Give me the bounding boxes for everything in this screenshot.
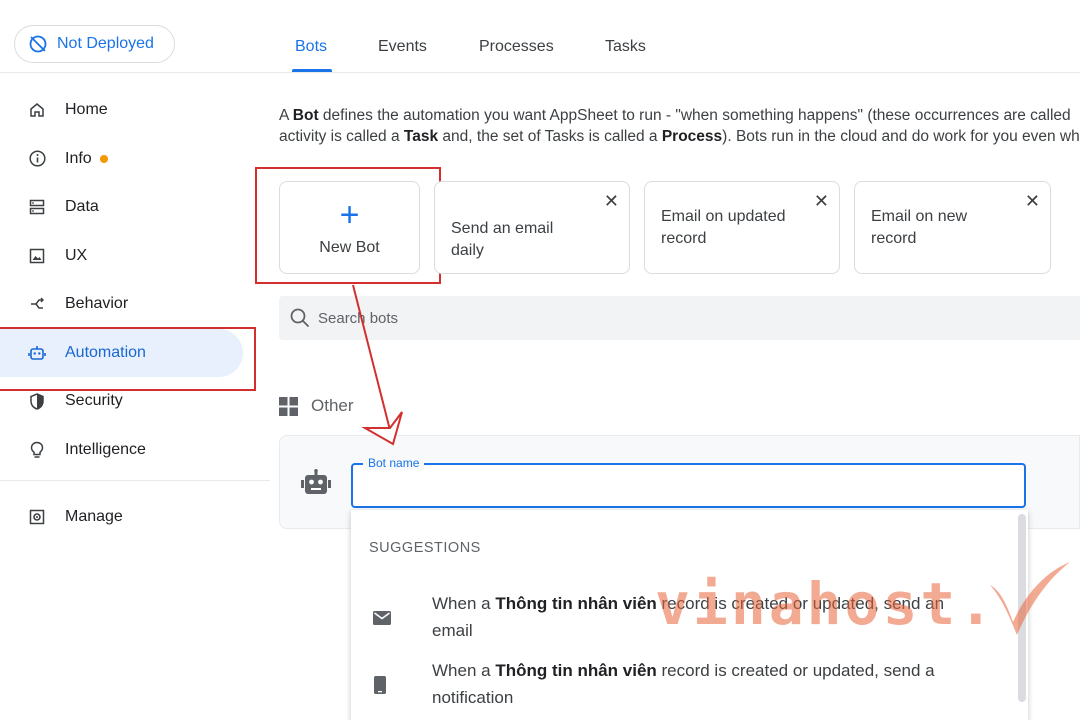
sidebar-item-info[interactable]: Info	[0, 135, 270, 184]
template-title: record	[871, 230, 917, 247]
desc-bold-bot: Bot	[292, 107, 319, 124]
sidebar-item-manage[interactable]: Manage	[0, 493, 123, 542]
ux-icon	[28, 247, 46, 265]
suggestions-header: SUGGESTIONS	[369, 540, 481, 556]
desc-bold-task: Task	[403, 128, 439, 145]
desc-text: defines the automation you want AppSheet…	[318, 107, 1071, 124]
close-icon[interactable]: ✕	[814, 192, 829, 210]
lightbulb-icon	[28, 441, 46, 459]
bot-name-field: Bot name	[351, 456, 1026, 508]
notification-dot	[99, 154, 108, 163]
suggestions-dropdown: SUGGESTIONS When a Thông tin nhân viên r…	[351, 510, 1028, 720]
template-title: record	[661, 230, 707, 247]
template-card[interactable]: Send an email daily ✕	[434, 181, 630, 274]
suggestion-text: When a Thông tin nhân viên record is cre…	[432, 594, 945, 640]
sidebar-nav: Home Info Data UX Behavior Automation Se…	[0, 86, 270, 474]
suggestion-item[interactable]: When a Thông tin nhân viên record is cre…	[351, 657, 1011, 713]
bots-description: A Bot defines the automation you want Ap…	[279, 105, 1080, 147]
sidebar-item-label: Behavior	[65, 295, 129, 313]
scrollbar-thumb[interactable]	[1018, 514, 1026, 702]
sidebar-item-label: Data	[65, 198, 99, 216]
tab-processes[interactable]: Processes	[479, 38, 554, 56]
sidebar-item-label: Intelligence	[65, 440, 146, 458]
grid-icon	[279, 396, 298, 416]
desc-text: activity is called a	[279, 128, 404, 145]
other-label: Other	[311, 396, 354, 415]
sidebar-item-label: Home	[65, 101, 108, 119]
desc-text: and, the set of Tasks is called a	[438, 128, 662, 145]
sidebar-item-label: Security	[65, 392, 123, 410]
bot-name-input[interactable]	[353, 465, 1024, 506]
manage-icon	[28, 508, 46, 526]
sidebar-item-home[interactable]: Home	[0, 86, 270, 135]
sidebar-divider	[0, 480, 270, 481]
phone-icon	[374, 676, 386, 694]
highlight-box-new-bot	[255, 167, 441, 284]
template-card[interactable]: Email on new record ✕	[854, 181, 1051, 274]
bot-name-label: Bot name	[363, 456, 425, 470]
not-deployed-icon	[29, 35, 47, 53]
sidebar-item-intelligence[interactable]: Intelligence	[0, 426, 270, 475]
tab-tasks[interactable]: Tasks	[605, 38, 646, 56]
desc-text: A	[279, 107, 293, 124]
tab-bar: Bots Events Processes Tasks	[270, 0, 1080, 73]
search-bar	[279, 296, 1080, 340]
deploy-status-chip[interactable]: Not Deployed	[14, 25, 175, 63]
search-input[interactable]	[318, 309, 1018, 327]
close-icon[interactable]: ✕	[1025, 192, 1040, 210]
behavior-icon	[28, 295, 46, 313]
sidebar-item-data[interactable]: Data	[0, 183, 270, 232]
search-icon	[290, 308, 310, 328]
sidebar-item-behavior[interactable]: Behavior	[0, 280, 270, 329]
close-icon[interactable]: ✕	[604, 192, 619, 210]
desc-text: ). Bots run in the cloud and do work for…	[722, 128, 1080, 145]
tab-events[interactable]: Events	[378, 38, 427, 56]
sidebar-item-label: Info	[65, 149, 92, 167]
scrollbar[interactable]	[1016, 510, 1028, 720]
sidebar-item-label: Manage	[65, 508, 123, 526]
template-title: Send an email daily	[451, 220, 554, 259]
template-title: Email on updated	[661, 208, 786, 225]
home-icon	[28, 101, 46, 119]
tab-bots[interactable]: Bots	[295, 38, 327, 56]
sidebar-item-ux[interactable]: UX	[0, 232, 270, 281]
other-section-header: Other	[279, 396, 354, 416]
desc-bold-process: Process	[661, 128, 723, 145]
suggestion-item[interactable]: When a Thông tin nhân viên record is cre…	[351, 590, 1011, 646]
shield-icon	[28, 392, 46, 410]
robot-icon	[301, 469, 331, 494]
deploy-status-label: Not Deployed	[57, 35, 154, 52]
active-tab-indicator	[292, 69, 332, 72]
info-icon	[28, 150, 46, 168]
sidebar-item-label: UX	[65, 246, 88, 264]
template-title: Email on new	[871, 208, 968, 225]
highlight-box-automation	[0, 327, 256, 391]
template-card[interactable]: Email on updated record ✕	[644, 181, 840, 274]
sidebar-divider	[0, 72, 270, 73]
data-icon	[28, 198, 46, 216]
email-icon	[373, 611, 391, 625]
suggestion-text: When a Thông tin nhân viên record is cre…	[432, 661, 935, 707]
